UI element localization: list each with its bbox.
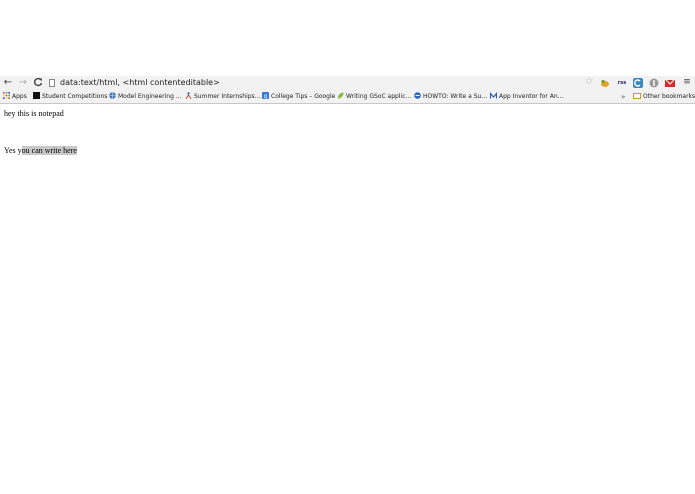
apps-grid-icon	[3, 92, 10, 99]
bookmark-star-icon[interactable]: ☆	[584, 77, 594, 87]
menu-icon[interactable]: ≡	[682, 77, 692, 87]
bookmark-student-competitions[interactable]: Student Competitions	[33, 92, 107, 102]
bookmark-model-engineering[interactable]: Model Engineering ...	[109, 92, 182, 102]
text-line-2[interactable]: Yes you can write here	[4, 146, 77, 155]
selected-text: ou can write here	[21, 146, 77, 155]
bookmark-label: Student Competitions	[42, 93, 108, 100]
m-icon	[490, 92, 497, 99]
more-bookmarks-chevron-icon[interactable]: »	[621, 92, 625, 102]
edge-icon	[414, 92, 421, 99]
bookmark-howto-write[interactable]: HOWTO: Write a Su...	[414, 92, 487, 102]
bookmark-label: App Inventor for An...	[499, 93, 564, 100]
browser-toolbar: ← → data:text/html, <html contenteditabl…	[0, 76, 695, 91]
bookmark-summer-internships[interactable]: Summer Internships...	[185, 92, 260, 102]
google-icon: g	[262, 92, 269, 99]
extension-bird-icon[interactable]	[600, 78, 610, 88]
bookmark-label: College Tips – Google	[271, 93, 336, 100]
globe-icon	[109, 92, 116, 99]
leaf-icon	[338, 92, 344, 99]
text-line-1[interactable]: hey this is notepad	[4, 109, 64, 118]
black-square-icon	[33, 92, 40, 99]
rss-extension-icon[interactable]: rss	[616, 78, 628, 88]
bookmark-college-tips[interactable]: g College Tips – Google	[262, 92, 335, 102]
forward-arrow-icon[interactable]: →	[17, 77, 29, 89]
bookmarks-bar: Apps Student Competitions Model Engineer…	[0, 91, 695, 104]
figure-icon	[185, 92, 192, 99]
bookmark-writing-gsoc[interactable]: Writing GSoC applic...	[337, 92, 411, 102]
bookmark-label: Summer Internships...	[194, 93, 261, 100]
bookmark-label: HOWTO: Write a Su...	[423, 93, 488, 100]
browser-window: ← → data:text/html, <html contenteditabl…	[0, 0, 695, 494]
bookmark-label: Apps	[12, 93, 27, 100]
page-icon	[49, 79, 55, 87]
other-bookmarks[interactable]: Other bookmarks	[633, 92, 695, 102]
extension-red-icon[interactable]	[665, 78, 675, 88]
url-text[interactable]: data:text/html, <html contenteditable>	[60, 77, 220, 89]
svg-text:g: g	[264, 93, 268, 99]
address-bar[interactable]: data:text/html, <html contenteditable>	[47, 77, 577, 89]
extension-c-icon[interactable]	[633, 78, 643, 88]
extension-info-icon[interactable]	[649, 78, 659, 88]
reload-icon[interactable]	[32, 77, 44, 89]
bookmark-app-inventor[interactable]: App Inventor for An...	[490, 92, 563, 102]
bookmark-label: Writing GSoC applic...	[346, 93, 412, 100]
bookmark-apps[interactable]: Apps	[3, 92, 27, 102]
text-line-2-prefix: Yes y	[4, 146, 22, 155]
back-arrow-icon[interactable]: ←	[2, 77, 14, 89]
folder-icon	[633, 93, 641, 99]
other-bookmarks-label: Other bookmarks	[643, 93, 695, 100]
reload-arrow-icon	[33, 77, 43, 87]
blank-top-area	[0, 0, 695, 76]
bookmark-label: Model Engineering ...	[118, 93, 182, 100]
